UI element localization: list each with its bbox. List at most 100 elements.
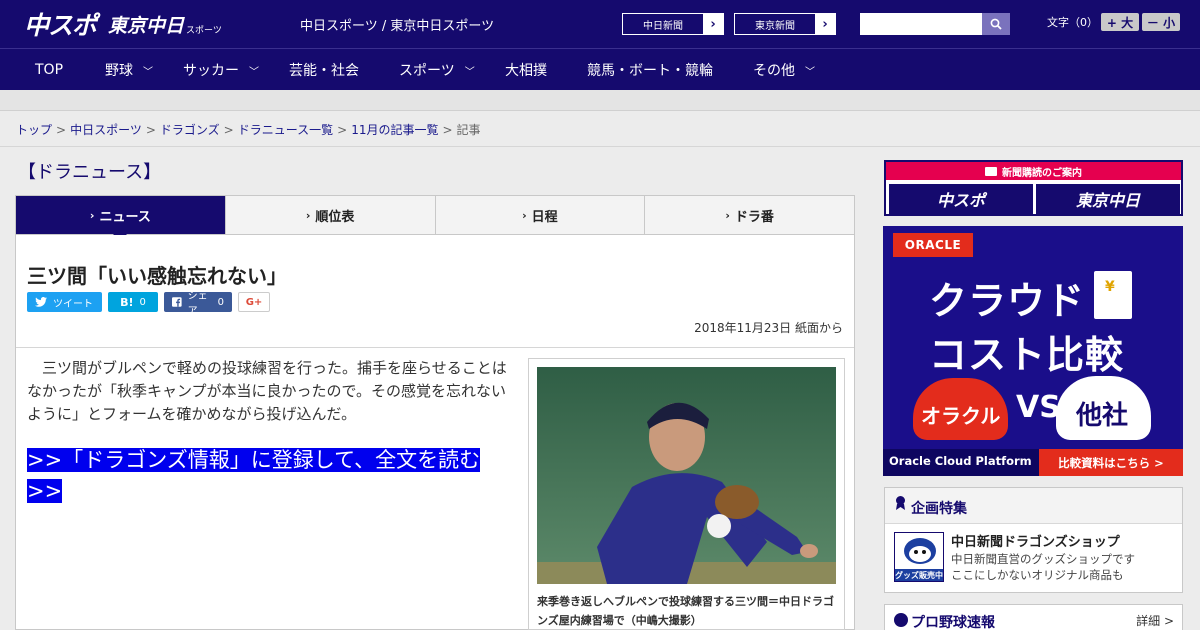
- article-photo[interactable]: [537, 367, 836, 584]
- nav-label: 大相撲: [505, 63, 547, 79]
- section-title: 【ドラニュース】: [18, 162, 162, 183]
- breadcrumb-separator: >: [145, 123, 156, 137]
- breadcrumb-current: 記事: [456, 123, 481, 137]
- tweet-button[interactable]: ツイート: [27, 292, 102, 312]
- chevron-right-icon: ›: [703, 14, 723, 34]
- article-photo-figure: 来季巻き返しへブルペンで投球練習する三ツ間＝中日ドラゴンズ屋内練習場で（中嶋大撮…: [528, 358, 845, 630]
- scores-more-link[interactable]: 詳細 >: [1136, 612, 1174, 629]
- shop-description: 中日新聞直営のグッズショップです ここにしかないオリジナル商品も: [951, 551, 1135, 583]
- nav-top[interactable]: TOP: [35, 49, 63, 91]
- tab-label: ニュース: [99, 209, 151, 225]
- nav-label: 野球: [105, 63, 133, 79]
- nav-racing[interactable]: 競馬・ボート・競輪: [587, 49, 713, 91]
- breadcrumb-top[interactable]: トップ: [16, 123, 52, 137]
- facebook-share-button[interactable]: シェア 0: [164, 291, 232, 317]
- ad-cta-button[interactable]: 比較資料はこちら >: [1039, 449, 1183, 476]
- ad-vs: VS: [1016, 390, 1061, 425]
- google-plus-button[interactable]: G+: [238, 292, 270, 312]
- article-headline: 三ツ間「いい感触忘れない」: [27, 264, 287, 288]
- tab-news[interactable]: › ニュース: [16, 196, 225, 241]
- tweet-label: ツイート: [53, 298, 93, 310]
- nav-sports[interactable]: スポーツ ﹀: [399, 49, 475, 91]
- oracle-ad-banner[interactable]: ORACLE クラウド ¥ コスト比較 オラクル VS 他社 Oracle Cl…: [883, 226, 1183, 476]
- chevron-down-icon: ﹀: [249, 66, 259, 78]
- feature-panel-title: 企画特集: [911, 501, 967, 517]
- promo-logo-chuspo[interactable]: 中スポ: [889, 184, 1033, 214]
- facebook-label: シェア: [187, 291, 208, 317]
- article-body: 三ツ間がブルペンで軽めの投球練習を行った。捕手を座らせることはなかったが「秋季キ…: [27, 359, 507, 423]
- chunichi-shimbun-link[interactable]: 中日新聞 ›: [622, 13, 724, 35]
- nav-label: 競馬・ボート・競輪: [587, 63, 713, 79]
- font-larger-button[interactable]: + 大: [1101, 13, 1139, 31]
- subscription-banner[interactable]: 新聞購読のご案内 中スポ 東京中日: [884, 160, 1183, 216]
- site-names: 中日スポーツ / 東京中日スポーツ: [300, 19, 495, 34]
- tab-label: ドラ番: [734, 209, 774, 225]
- nav-sumo[interactable]: 大相撲: [505, 49, 547, 91]
- ad-footer-left: Oracle Cloud Platform: [889, 454, 1032, 468]
- site-logo[interactable]: 中スポ 東京中日 スポーツ: [24, 8, 222, 40]
- hatena-bookmark-button[interactable]: B! 0: [108, 292, 158, 312]
- nav-baseball[interactable]: 野球 ﹀: [105, 49, 153, 91]
- register-cta-link[interactable]: >>「ドラゴンズ情報」に登録して、全文を読む >>: [27, 448, 481, 503]
- pitcher-photo-illustration: [537, 367, 836, 584]
- subscription-banner-header: 新聞購読のご案内: [886, 162, 1181, 180]
- ad-headline-1: クラウド: [929, 279, 1086, 323]
- breadcrumb-dragons[interactable]: ドラゴンズ: [160, 123, 220, 137]
- promo-logo-tokyo-chunichi[interactable]: 東京中日: [1036, 184, 1180, 214]
- facebook-icon: [172, 297, 182, 307]
- google-plus-icon: G+: [245, 296, 263, 308]
- chevron-down-icon: ﹀: [805, 66, 815, 78]
- hatena-icon: B!: [120, 295, 134, 309]
- font-size-label: 文字（0）: [1047, 16, 1098, 29]
- main-nav: TOP 野球 ﹀ サッカー ﹀ 芸能・社会 スポーツ ﹀ 大相撲 競馬・ボート・競輪 …: [0, 48, 1200, 90]
- search-input[interactable]: [860, 13, 982, 35]
- shop-thumb-label: グッズ販売中: [895, 571, 943, 580]
- ad-headline-2: コスト比較: [929, 333, 1125, 377]
- breadcrumb-dora-news-list[interactable]: ドラニュース一覧: [238, 123, 333, 137]
- paper-link-label: 東京新聞: [755, 20, 795, 32]
- article-dateline: 2018年11月23日 紙面から: [694, 321, 843, 335]
- baseball-scores-panel: プロ野球速報 詳細 >: [884, 604, 1183, 630]
- share-buttons: ツイート B! 0 シェア 0 G+: [27, 291, 276, 317]
- chevron-right-icon: ›: [815, 14, 835, 34]
- nav-entertainment[interactable]: 芸能・社会: [289, 49, 359, 91]
- divider: [16, 347, 854, 348]
- top-header: 中スポ 東京中日 スポーツ 中日スポーツ / 東京中日スポーツ 中日新聞 › 東…: [0, 0, 1200, 48]
- rosette-icon: [896, 496, 905, 510]
- twitter-icon: [35, 297, 47, 307]
- search-icon: [990, 18, 1002, 30]
- tab-dora-ban[interactable]: › ドラ番: [644, 196, 854, 234]
- nav-other[interactable]: その他 ﹀: [753, 49, 815, 91]
- scores-title: プロ野球速報: [911, 615, 995, 630]
- breadcrumb-separator: >: [223, 123, 234, 137]
- tokyo-shimbun-link[interactable]: 東京新聞 ›: [734, 13, 836, 35]
- chevron-right-icon: ›: [305, 208, 311, 222]
- feature-panel-header: 企画特集: [885, 488, 1182, 524]
- article-card: 三ツ間「いい感触忘れない」 ツイート B! 0 シェア 0 G+ 2018年11…: [15, 235, 855, 630]
- shop-title[interactable]: 中日新聞ドラゴンズショップ: [951, 531, 1120, 550]
- photo-caption: 来季巻き返しへブルペンで投球練習する三ツ間＝中日ドラゴンズ屋内練習場で（中嶋大撮…: [537, 595, 834, 627]
- breadcrumb: トップ > 中日スポーツ > ドラゴンズ > ドラニュース一覧 >11月の記事一覧 > 記事: [16, 121, 481, 138]
- logo-sports: スポーツ: [186, 25, 222, 36]
- logo-tokyo-chunichi: 東京中日: [108, 14, 185, 37]
- tab-label: 日程: [531, 209, 558, 225]
- nav-label: スポーツ: [399, 63, 455, 79]
- shop-desc-line-1: 中日新聞直営のグッズショップです: [951, 552, 1135, 566]
- nav-soccer[interactable]: サッカー ﹀: [183, 49, 259, 91]
- nav-label: TOP: [35, 62, 64, 78]
- chevron-down-icon: ﹀: [464, 66, 475, 78]
- dragons-shop-thumbnail[interactable]: グッズ販売中: [894, 532, 944, 582]
- breadcrumb-chunichi-sports[interactable]: 中日スポーツ: [70, 123, 142, 137]
- paper-link-label: 中日新聞: [643, 20, 683, 32]
- breadcrumb-november-list[interactable]: 11月の記事一覧: [351, 123, 438, 137]
- tab-standings[interactable]: › 順位表: [224, 196, 435, 234]
- facebook-count: 0: [217, 296, 224, 308]
- font-smaller-button[interactable]: － 小: [1142, 13, 1180, 31]
- search-button[interactable]: [982, 13, 1010, 35]
- ad-brand-logo: ORACLE: [893, 233, 973, 257]
- chevron-right-icon: ›: [89, 208, 95, 222]
- ad-right-label: 他社: [1076, 401, 1129, 431]
- nav-label: その他: [753, 63, 795, 79]
- register-cta[interactable]: >>「ドラゴンズ情報」に登録して、全文を読む >>: [27, 445, 507, 507]
- tab-schedule[interactable]: › 日程: [434, 196, 645, 234]
